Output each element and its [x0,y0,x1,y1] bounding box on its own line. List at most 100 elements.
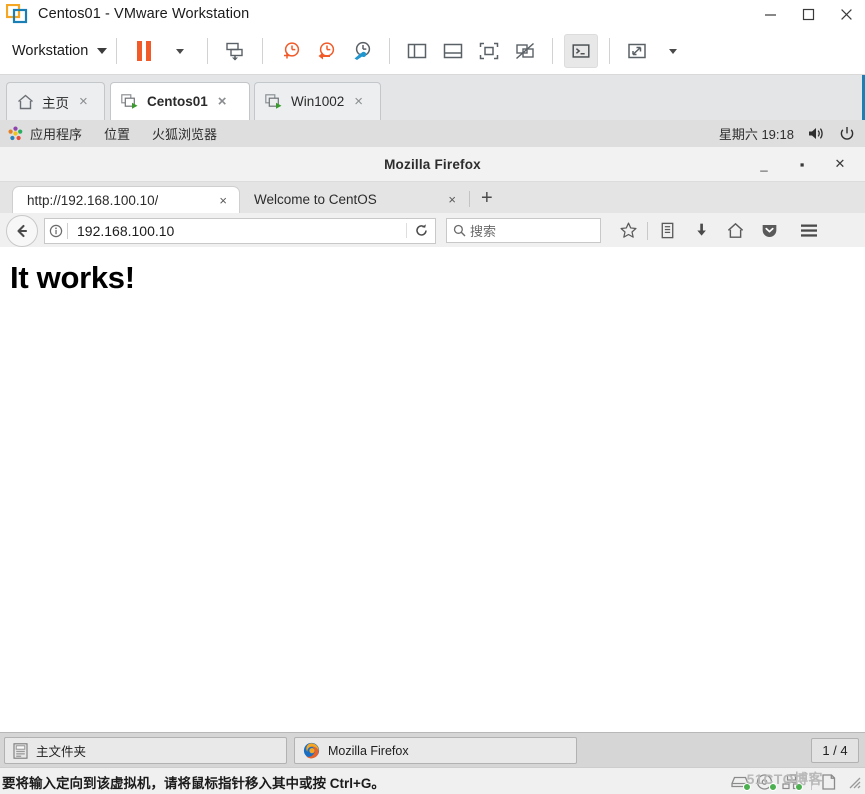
gnome-menu-firefox[interactable]: 火狐浏览器 [152,124,217,143]
firefox-tab-0[interactable]: http://192.168.100.10/ × [12,186,240,213]
pause-icon [137,41,152,61]
downloads-icon[interactable] [684,216,718,246]
toolbar-divider [262,38,264,64]
chevron-down-icon [669,48,678,54]
library-icon[interactable] [650,216,684,246]
snapshot-manager-icon [354,41,371,60]
revert-snapshot-button[interactable] [310,35,342,67]
close-icon[interactable]: ✕ [833,156,847,172]
unity-mode-button[interactable] [509,35,541,67]
printer-icon[interactable] [821,773,841,790]
vm-tab-strip: 主页 × Centos01 × Win1002 × [0,75,865,120]
pause-dropdown-button[interactable] [164,35,196,67]
back-button[interactable] [6,214,38,247]
resize-grip-icon[interactable] [847,775,861,789]
reload-button[interactable] [406,223,435,238]
gnome-bottom-panel: 主文件夹 Mozilla Firefox 1 / 4 [0,732,865,768]
vm-tab-home[interactable]: 主页 × [6,82,105,120]
firefox-title-bar: Mozilla Firefox _ ▪ ✕ [0,147,865,182]
vmware-toolbar: Workstation [0,28,865,75]
chevron-down-icon [176,48,185,54]
url-divider [67,222,68,239]
gnome-clock[interactable]: 星期六 19:18 [719,124,794,143]
take-snapshot-button[interactable] [274,35,306,67]
snapshot-revert-icon [318,42,335,60]
snapshot-manager-button[interactable] [346,35,378,67]
vm-tab-label: Win1002 [291,94,345,109]
workstation-menu-label: Workstation [12,43,89,59]
minimize-icon[interactable]: _ [757,157,771,172]
toolbar-divider [552,38,554,64]
close-icon[interactable]: × [354,93,363,110]
status-divider [811,773,812,790]
vmware-title-bar: Centos01 - VMware Workstation [0,0,865,28]
bookmark-star-icon[interactable] [611,216,645,246]
toolbar-divider [207,38,209,64]
gnome-panel-status-area: 星期六 19:18 [719,120,855,147]
gnome-top-panel: 应用程序 位置 火狐浏览器 星期六 19:18 [0,120,865,148]
vm-tab-centos01[interactable]: Centos01 × [110,82,250,120]
show-sidebar-button[interactable] [401,35,433,67]
close-icon[interactable]: × [448,192,456,207]
device-connected-indicator [769,782,777,791]
new-tab-button[interactable]: + [481,188,493,208]
maximize-icon[interactable]: ▪ [795,157,809,172]
workspace-indicator[interactable]: 1 / 4 [811,738,859,763]
full-screen-button[interactable] [473,35,505,67]
show-console-view-button[interactable] [437,35,469,67]
close-icon[interactable] [827,0,865,28]
vm-tab-win1002[interactable]: Win1002 × [254,82,381,120]
firefox-navigation-bar: 192.168.100.10 搜索 [0,213,865,249]
back-arrow-icon [17,224,28,237]
url-input[interactable]: 192.168.100.10 [77,223,406,239]
status-message: 要将输入定向到该虚拟机，请将鼠标指针移入其中或按 Ctrl+G。 [2,775,385,791]
firefox-tab-title: Welcome to CentOS [254,192,377,207]
home-icon[interactable] [718,216,752,246]
vmware-device-status-icons [730,768,861,794]
hamburger-menu-icon[interactable] [792,216,826,246]
bottom-panel-icon [444,43,463,59]
vmware-window-controls [751,0,865,28]
hard-disk-icon[interactable] [730,774,751,791]
gnome-menu-places[interactable]: 位置 [104,124,130,143]
keyboard-send-icon [226,42,243,61]
taskbar-item-file-manager[interactable]: 主文件夹 [4,737,287,764]
firefox-tab-bar: http://192.168.100.10/ × Welcome to Cent… [0,182,865,213]
close-icon[interactable]: × [219,193,227,208]
search-input-placeholder[interactable]: 搜索 [470,221,496,240]
minimize-icon[interactable] [751,0,789,28]
home-icon [17,94,36,110]
close-icon[interactable]: × [79,93,88,110]
reload-icon [415,224,427,236]
close-icon[interactable]: × [218,93,227,110]
stretch-dropdown-button[interactable] [657,35,689,67]
vmware-workstation-window: Centos01 - VMware Workstation Workstatio… [0,0,865,794]
firefox-tab-title: http://192.168.100.10/ [27,192,159,208]
stretch-guest-button[interactable] [621,35,653,67]
cd-icon[interactable] [756,773,777,791]
sidebar-panel-icon [408,43,427,59]
firefox-page-content: It works! [0,247,865,733]
pocket-icon[interactable] [752,216,786,246]
send-ctrl-alt-del-button[interactable] [219,35,251,67]
maximize-icon[interactable] [789,0,827,28]
console-terminal-button[interactable] [564,34,599,68]
taskbar-item-firefox[interactable]: Mozilla Firefox [294,737,577,764]
volume-icon[interactable] [808,126,825,141]
firefox-nav-icon-group [611,216,826,246]
firefox-tab-1[interactable]: Welcome to CentOS × [240,186,468,213]
snapshot-add-icon [284,42,300,59]
page-info-icon[interactable] [45,224,67,238]
expand-arrows-icon [628,43,647,59]
pause-vm-button[interactable] [128,35,160,67]
search-bar[interactable]: 搜索 [446,218,601,243]
firefox-icon [303,742,320,759]
page-heading: It works! [10,260,135,295]
workstation-menu-button[interactable]: Workstation [12,43,108,59]
power-icon[interactable] [839,126,855,142]
network-icon[interactable] [782,773,803,791]
toolbar-divider [389,38,391,64]
fullscreen-icon [480,42,499,60]
gnome-menu-applications[interactable]: 应用程序 [30,124,82,143]
url-bar[interactable]: 192.168.100.10 [44,217,436,244]
